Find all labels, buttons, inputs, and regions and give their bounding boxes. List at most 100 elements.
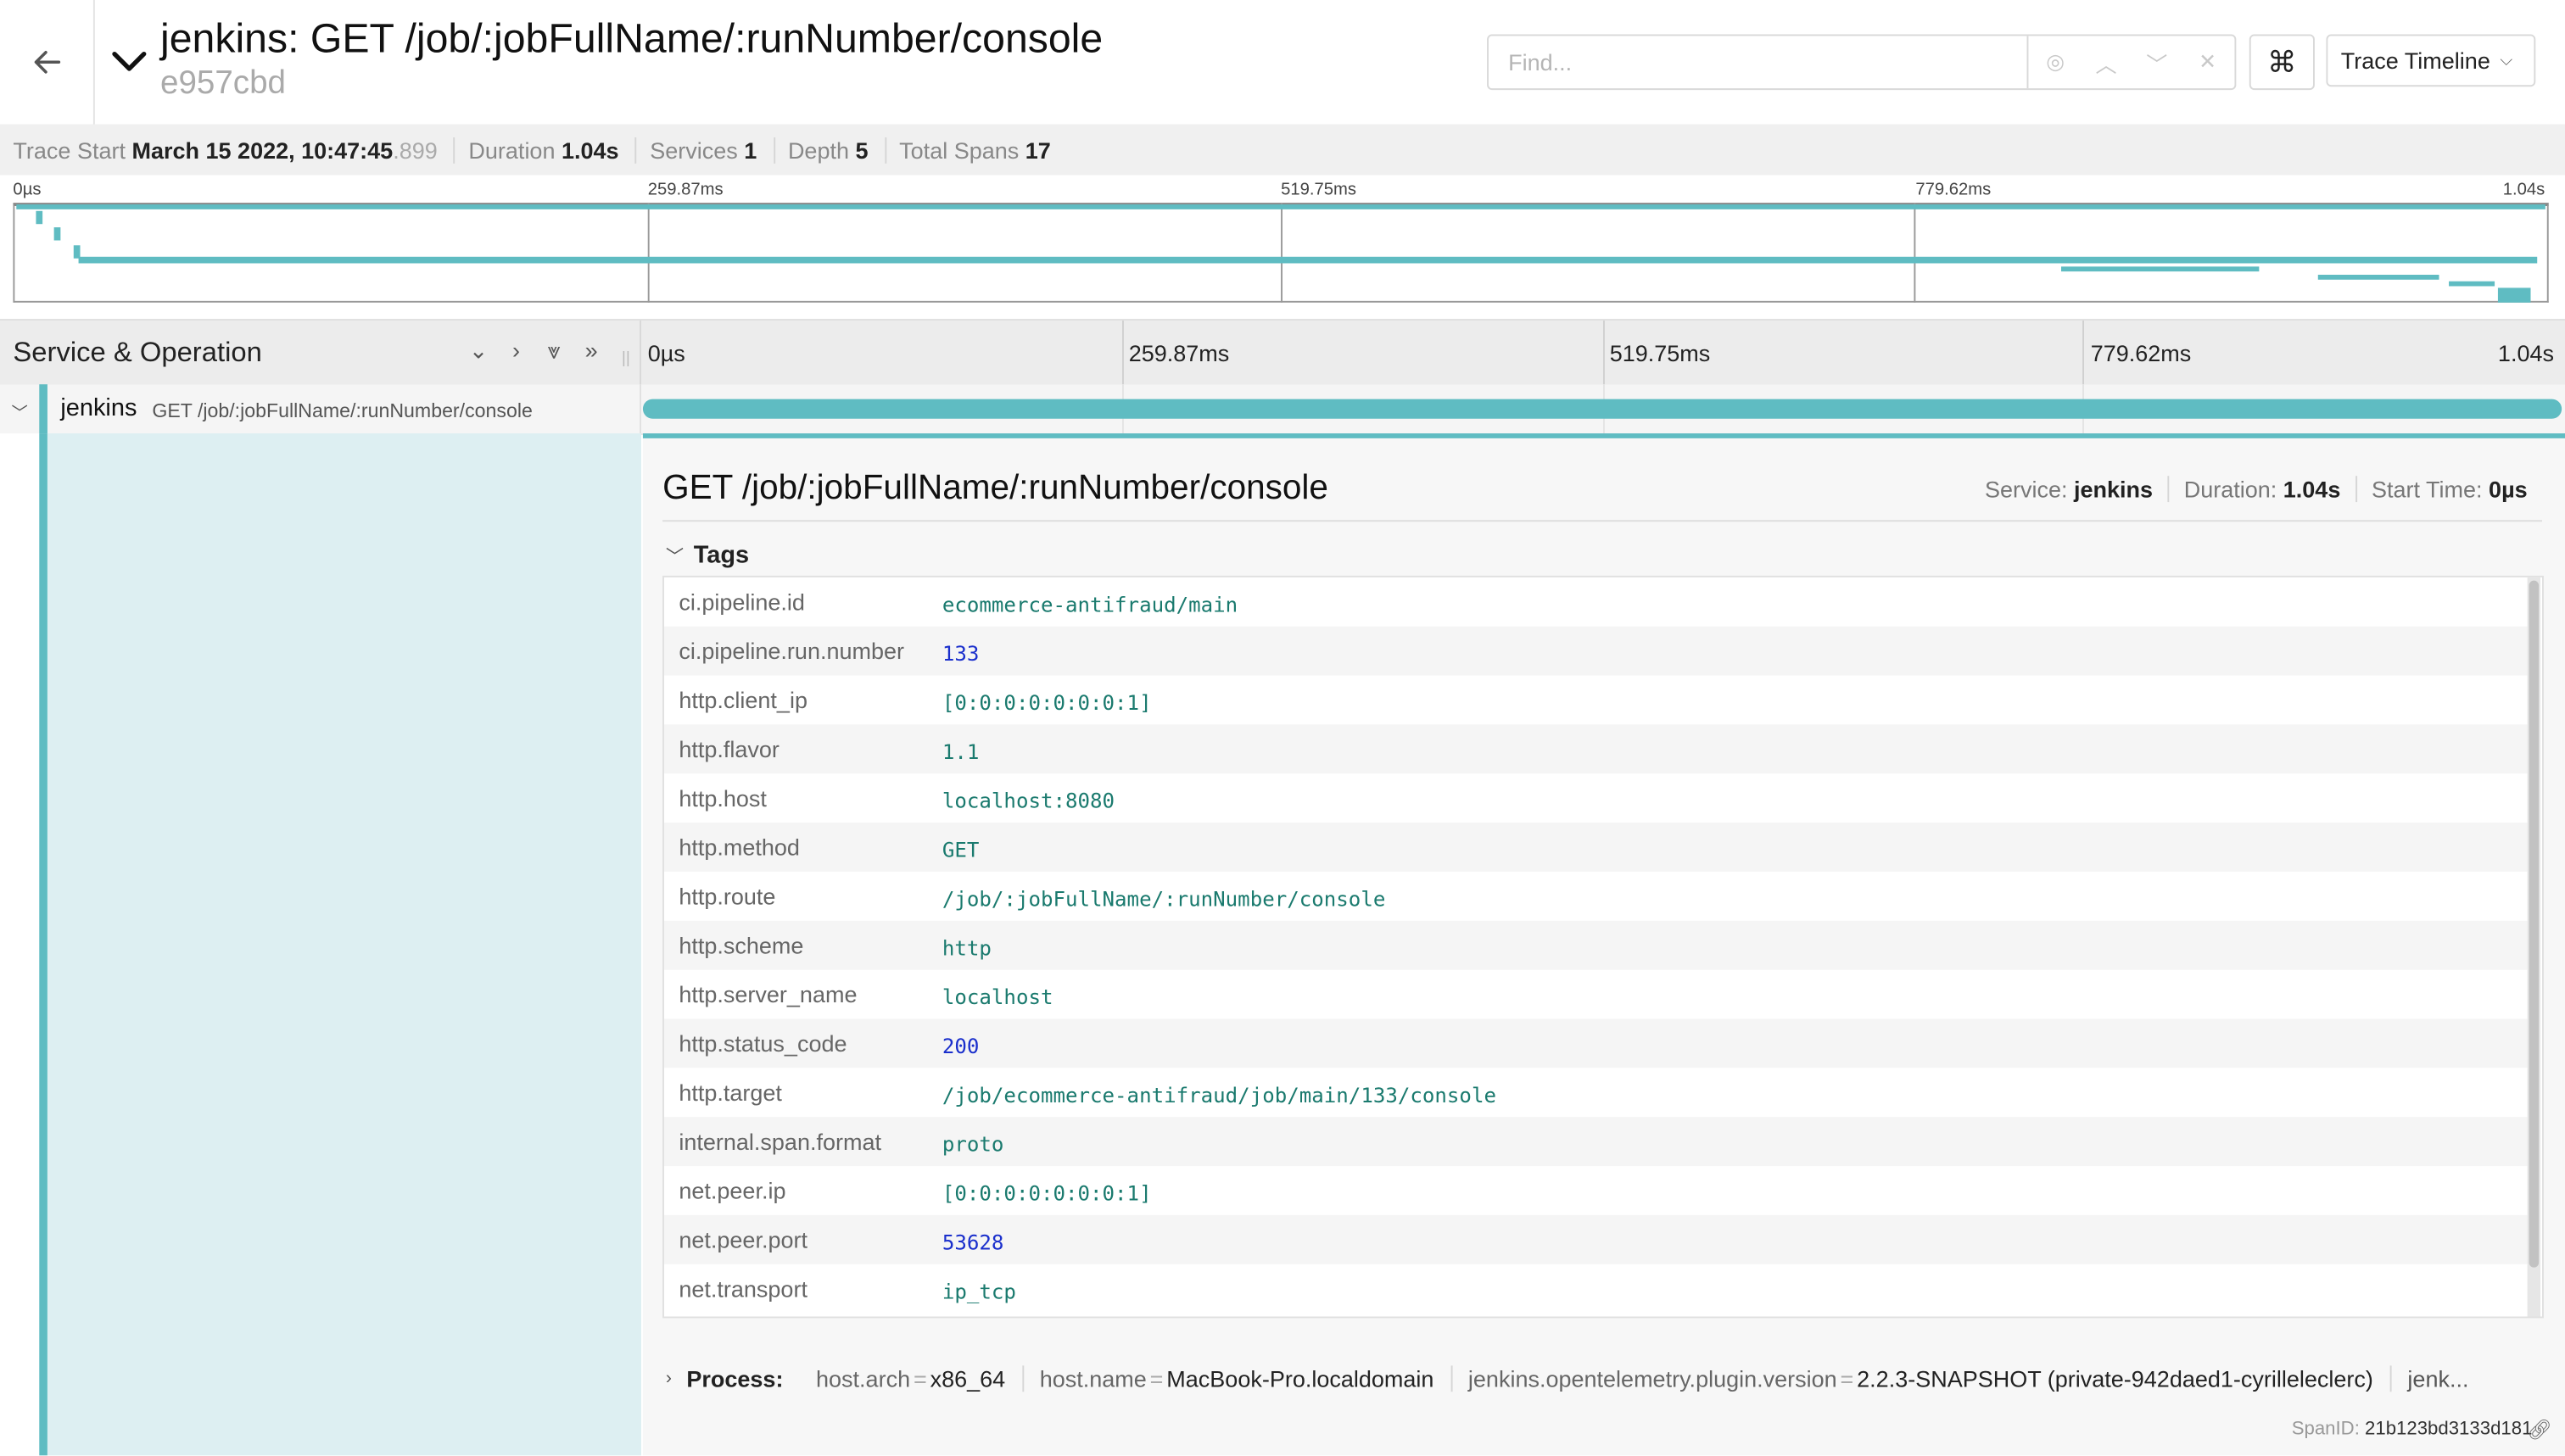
tag-row[interactable]: ci.pipeline.run.number 133 (663, 626, 2528, 676)
tag-row[interactable]: net.transport ip_tcp (664, 1264, 2528, 1314)
link-icon[interactable]: 🔗︎ (2527, 1418, 2551, 1441)
chevron-down-icon: ﹀ (665, 548, 685, 568)
close-icon[interactable]: ✕ (2182, 36, 2233, 88)
tag-value: 53628 (942, 1230, 1004, 1255)
detail-gutter-fill (47, 433, 641, 1456)
expand-one-icon[interactable]: › (502, 337, 530, 365)
tag-key: http.host (679, 784, 767, 812)
process-value: MacBook-Pro.localdomain (1166, 1365, 1434, 1392)
detail-duration-value: 1.04s (2283, 476, 2341, 503)
tags-toggle[interactable]: ﹀ Tags (666, 541, 749, 569)
trace-header: jenkins: GET /job/:jobFullName/:runNumbe… (0, 0, 2565, 126)
trace-services: Services 1 (637, 137, 775, 163)
chevron-up-icon[interactable]: ︿ (2081, 36, 2132, 88)
tags-scrollbar-thumb[interactable] (2529, 580, 2540, 1268)
minimap-span (2449, 281, 2495, 287)
detail-left-gutter (0, 433, 641, 1456)
process-section[interactable]: › Process: host.arch = x86_64 host.name = Ma… (666, 1365, 2485, 1392)
detail-duration-label: Duration: (2183, 476, 2277, 503)
tag-value: 200 (942, 1033, 980, 1058)
span-detail: GET /job/:jobFullName/:runNumber/console… (642, 433, 2565, 1456)
tag-row[interactable]: http.status_code 200 (663, 1018, 2528, 1068)
view-select[interactable]: Trace Timeline ⌵ (2326, 34, 2536, 87)
span-detail-title: GET /job/:jobFullName/:runNumber/console (662, 469, 1328, 507)
minimap-span (53, 227, 61, 241)
minimap-span (2317, 274, 2439, 280)
detail-start-value: 0µs (2489, 476, 2528, 503)
tag-row[interactable]: net.peer.port 53628 (663, 1214, 2528, 1264)
tag-key: http.status_code (679, 1029, 847, 1057)
span-id-value: 21b123bd3133d181 (2365, 1419, 2533, 1440)
trace-start-ms: .899 (393, 137, 438, 163)
tag-row[interactable]: http.route/job/:jobFullName/:runNumber/c… (664, 872, 2528, 921)
collapse-one-icon[interactable]: ⌄ (465, 337, 493, 365)
tags-scrollbar[interactable] (2527, 577, 2541, 1317)
span-name-cell[interactable]: ﹀ jenkins GET /job/:jobFullName/:runNumb… (0, 384, 641, 434)
detail-divider (662, 520, 2542, 522)
timeline-gridline (1121, 320, 1124, 385)
process-key: jenkins.opentelemetry.plugin.version (1467, 1365, 1837, 1392)
timeline-header: Service & Operation ⌄ › ⩔ » || 0µs 259.8… (0, 320, 2565, 387)
timeline-tick: 0µs (647, 340, 685, 366)
column-resizer[interactable]: || (622, 350, 630, 368)
tag-key: ci.pipeline.run.number (679, 638, 905, 664)
span-row[interactable]: ﹀ jenkins GET /job/:jobFullName/:runNumb… (0, 384, 2565, 435)
span-bar[interactable] (642, 399, 2562, 419)
span-service-name: jenkins (60, 393, 137, 422)
detail-duration: Duration: 1.04s (2167, 476, 2355, 503)
tag-value: localhost:8080 (942, 788, 1115, 813)
chevron-down-icon[interactable]: ﹀ (11, 399, 27, 423)
minimap-gridline (647, 203, 650, 303)
expand-controls: ⌄ › ⩔ » (465, 337, 606, 365)
process-item: host.arch = x86_64 (800, 1365, 1024, 1392)
tag-key: http.target (679, 1079, 782, 1106)
minimap-gridline (1914, 203, 1916, 303)
timeline-gridline (2082, 320, 2084, 385)
tag-key: net.peer.port (679, 1226, 808, 1253)
tag-key: net.transport (679, 1275, 808, 1303)
tag-row[interactable]: http.target/job/ecommerce-antifraud/job/… (664, 1068, 2528, 1117)
find-input[interactable] (1488, 36, 2029, 89)
tag-row[interactable]: http.server_name localhost (664, 970, 2528, 1019)
tag-value: GET (942, 837, 980, 862)
minimap-tick: 519.75ms (1281, 180, 1357, 200)
expand-all-icon[interactable]: » (578, 337, 606, 365)
chevron-down-icon[interactable] (108, 39, 150, 81)
tag-row[interactable]: http.host localhost:8080 (664, 773, 2528, 823)
timeline-tick: 519.75ms (1609, 340, 1711, 366)
tag-row[interactable]: net.peer.ip [0:0:0:0:0:0:0:1] (664, 1166, 2528, 1215)
trace-start-value: March 15 2022, 10:47:45 (131, 137, 394, 163)
minimap-span (78, 256, 2538, 264)
detail-start: Start Time: 0µs (2355, 476, 2542, 503)
detail-service-label: Service: (1984, 476, 2068, 503)
locate-icon[interactable]: ◎ (2030, 36, 2081, 88)
chevron-down-icon[interactable]: ﹀ (2132, 36, 2182, 88)
process-item: host.name = MacBook-Pro.localdomain (1023, 1365, 1452, 1392)
tag-row[interactable]: ci.pipeline.id ecommerce-antifraud/main (664, 577, 2528, 627)
keyboard-shortcuts-button[interactable]: ⌘ (2249, 34, 2315, 91)
back-button[interactable] (0, 0, 95, 125)
span-id: SpanID: 21b123bd3133d181 (2292, 1420, 2533, 1439)
command-icon: ⌘ (2266, 45, 2297, 78)
tag-key: http.route (679, 883, 776, 910)
minimap-tick: 259.87ms (647, 180, 724, 200)
timeline-tick: 779.62ms (2090, 340, 2192, 366)
trace-minimap[interactable]: 0µs 259.87ms 519.75ms 779.62ms 1.04s (0, 175, 2565, 321)
tag-value: [0:0:0:0:0:0:0:1] (942, 1180, 1152, 1206)
process-more: jenk... (2407, 1365, 2469, 1392)
minimap-span (36, 210, 43, 225)
minimap-span (2060, 266, 2260, 272)
tags-label: Tags (693, 541, 750, 570)
view-select-label: Trace Timeline (2340, 47, 2490, 74)
tag-row[interactable]: http.scheme http (663, 920, 2528, 970)
tags-table: net.transport ip_tcp net.peer.port 53628 net… (662, 575, 2544, 1319)
tag-row[interactable]: http.flavor 1.1 (663, 724, 2528, 774)
service-color-strip (39, 384, 48, 434)
tag-row[interactable]: internal.span.format proto (663, 1117, 2528, 1167)
process-value: 2.2.3-SNAPSHOT (private-942daed1-cyrille… (1857, 1365, 2373, 1392)
tag-row[interactable]: http.client_ip [0:0:0:0:0:0:0:1] (664, 675, 2528, 724)
tag-value: localhost (942, 984, 1053, 1009)
arrow-left-icon (33, 50, 60, 74)
tag-row[interactable]: http.method GET (663, 823, 2528, 872)
collapse-all-icon[interactable]: ⩔ (539, 337, 567, 365)
